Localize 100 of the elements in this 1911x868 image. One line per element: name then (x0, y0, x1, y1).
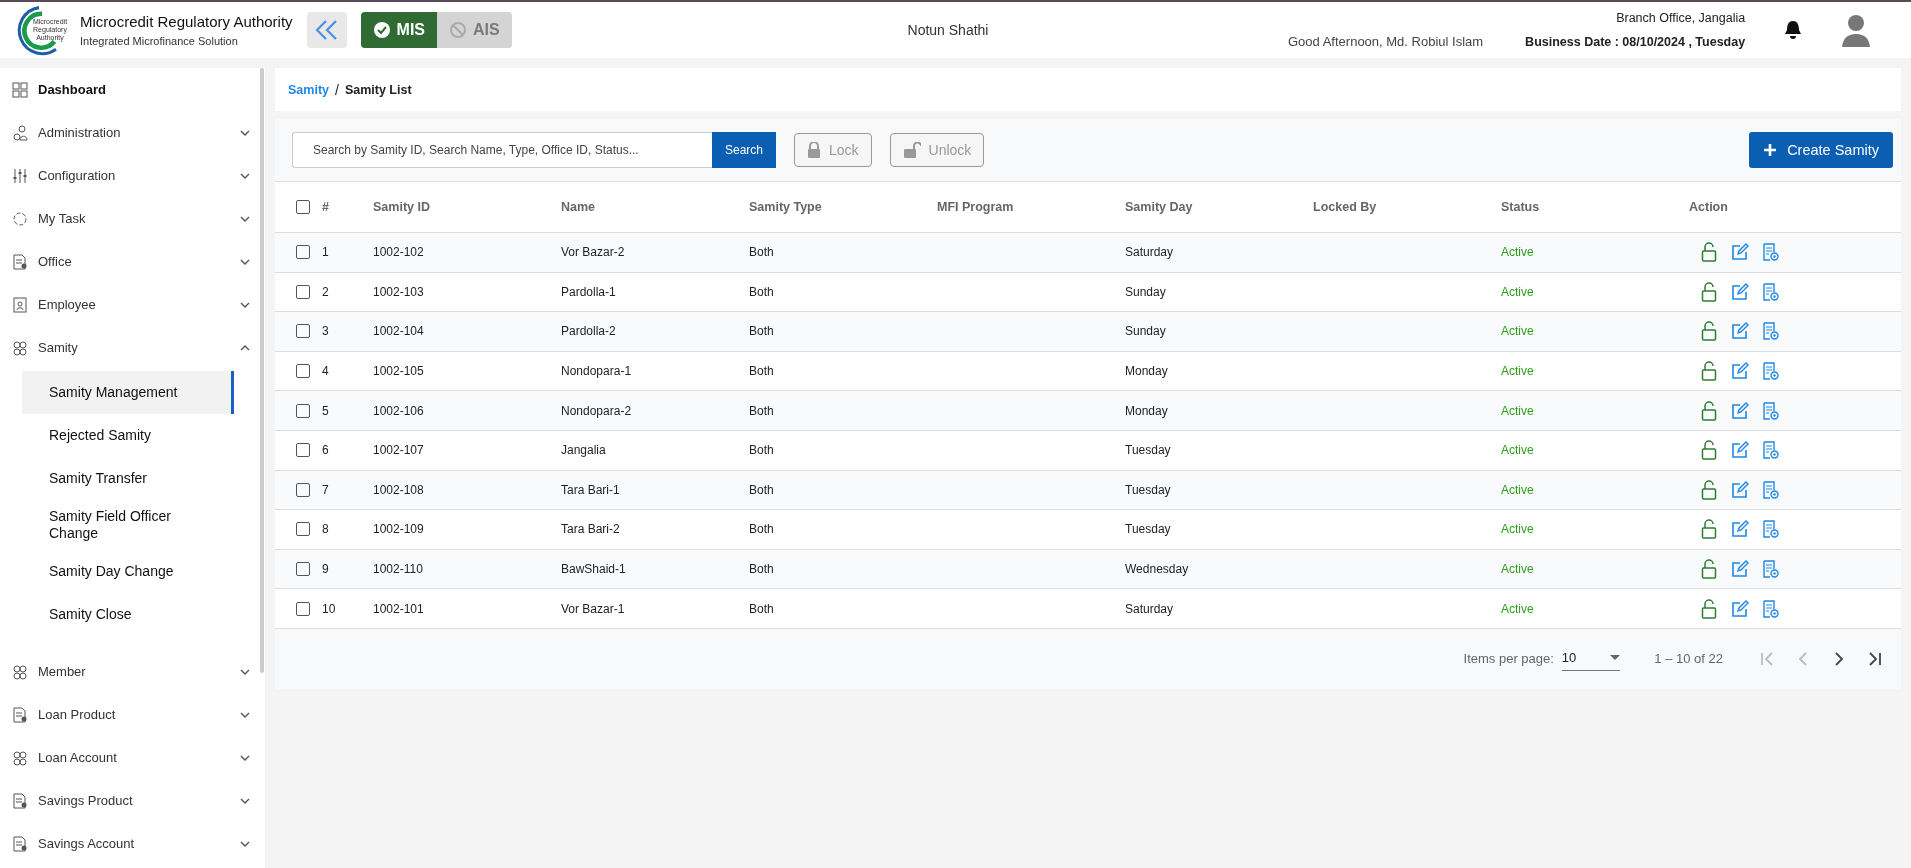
last-page-icon (1868, 651, 1882, 666)
submenu-item[interactable]: Samity Close (22, 593, 234, 636)
edit-icon[interactable] (1731, 243, 1749, 262)
unlock-icon[interactable] (1701, 559, 1717, 580)
table-cell-text: Pardolla-2 (561, 324, 617, 339)
notification-bell-icon[interactable] (1783, 19, 1804, 41)
unlock-icon[interactable] (1701, 321, 1717, 342)
view-document-icon[interactable] (1763, 480, 1779, 499)
check-circle-icon (372, 21, 391, 39)
table-cell-text: Both (749, 324, 775, 339)
page-size-select[interactable]: 10 (1561, 646, 1621, 672)
table-cell-text: Both (749, 245, 775, 260)
row-checkbox[interactable] (296, 245, 310, 260)
row-checkbox[interactable] (296, 403, 310, 418)
group-icon (12, 749, 28, 766)
unlock-icon[interactable] (1701, 479, 1717, 500)
table-cell-text: Tuesday (1125, 443, 1172, 458)
view-document-icon[interactable] (1763, 401, 1779, 420)
table-cell-text: Both (749, 443, 775, 458)
table-cell-text: Both (749, 522, 775, 537)
breadcrumb-link[interactable]: Samity (288, 82, 329, 97)
items-per-page-label: Items per page: (1463, 651, 1554, 667)
edit-icon[interactable] (1731, 282, 1749, 301)
table-cell-text: Nondopara-1 (561, 364, 633, 379)
sidebar-item[interactable]: Savings Account (0, 822, 265, 865)
dropdown-arrow-icon (1610, 654, 1621, 661)
unlock-icon[interactable] (1701, 400, 1717, 421)
view-document-icon[interactable] (1763, 282, 1779, 301)
view-document-icon[interactable] (1763, 441, 1779, 460)
sidebar-item[interactable]: Samity (0, 326, 265, 369)
mode-toggle[interactable]: MIS (360, 12, 438, 48)
sidebar-item-label: Member (38, 664, 87, 679)
table-cell-text: Monday (1125, 403, 1169, 418)
sidebar-item[interactable]: Configuration (0, 154, 265, 197)
sidebar-item[interactable]: Office (0, 240, 265, 283)
sidebar-item[interactable]: My Task (0, 197, 265, 240)
status-text: Active (1501, 443, 1535, 458)
table-cell-text: Vor Bazar-1 (561, 601, 626, 616)
table-cell-text: Both (749, 482, 775, 497)
user-avatar-icon[interactable] (1841, 13, 1872, 47)
column-header: Samity Day (1125, 200, 1194, 214)
unlock-icon[interactable] (1701, 598, 1717, 619)
sidebar-item-label: Savings Account (38, 836, 136, 851)
document-icon (12, 835, 28, 852)
sidebar-item[interactable]: Savings Product (0, 779, 265, 822)
sliders-icon (12, 167, 28, 184)
row-checkbox[interactable] (296, 284, 310, 299)
row-checkbox[interactable] (296, 482, 310, 497)
table-cell-text: Wednesday (1125, 562, 1190, 577)
collapse-sidebar-button[interactable] (306, 12, 347, 48)
search-field[interactable]: Search by Samity ID, Search Name, Type, Office ID, Status... (292, 132, 712, 168)
submenu-item[interactable]: Samity Field Officer Change (22, 500, 234, 550)
row-checkbox[interactable] (296, 601, 310, 616)
edit-icon[interactable] (1731, 401, 1749, 420)
sidebar-item[interactable]: Employee (0, 283, 265, 326)
view-document-icon[interactable] (1763, 243, 1779, 262)
submenu-item[interactable]: Rejected Samity (22, 414, 234, 457)
submenu-item[interactable]: Samity Day Change (22, 550, 234, 593)
unlock-icon[interactable] (1701, 361, 1717, 382)
row-checkbox[interactable] (296, 443, 310, 458)
view-document-icon[interactable] (1763, 520, 1779, 539)
edit-icon[interactable] (1731, 599, 1749, 618)
row-checkbox[interactable] (296, 364, 310, 379)
edit-icon[interactable] (1731, 480, 1749, 499)
search-button[interactable]: Search (712, 132, 776, 168)
sidebar-item[interactable]: Member (0, 650, 265, 693)
view-document-icon[interactable] (1763, 599, 1779, 618)
unlock-icon[interactable] (1701, 440, 1717, 461)
submenu-item[interactable]: Samity Management (22, 371, 234, 414)
table-cell-text: Vor Bazar-2 (561, 245, 626, 260)
edit-icon[interactable] (1731, 520, 1749, 539)
column-header: MFI Program (937, 200, 1015, 214)
sidebar-item-label: Office (38, 254, 73, 269)
row-checkbox[interactable] (296, 522, 310, 537)
view-document-icon[interactable] (1763, 560, 1779, 579)
group-icon (12, 663, 28, 680)
sidebar-item[interactable]: Dashboard (0, 68, 265, 111)
edit-icon[interactable] (1731, 362, 1749, 381)
business-date: Business Date : 08/10/2024 , Tuesday (1525, 35, 1746, 49)
edit-icon[interactable] (1731, 322, 1749, 341)
unlock-icon[interactable] (1701, 519, 1717, 540)
table-cell-text: Sunday (1125, 324, 1167, 339)
sidebar-item[interactable]: Administration (0, 111, 265, 154)
create-samity-button[interactable]: Create Samity (1749, 132, 1893, 168)
table-cell-text: 8 (322, 522, 330, 537)
view-document-icon[interactable] (1763, 362, 1779, 381)
edit-icon[interactable] (1731, 560, 1749, 579)
submenu-item[interactable]: Samity Transfer (22, 457, 234, 500)
unlock-icon[interactable] (1701, 242, 1717, 263)
row-checkbox[interactable] (296, 562, 310, 577)
select-all-checkbox[interactable] (296, 200, 310, 214)
edit-icon[interactable] (1731, 441, 1749, 460)
dashed-circle-icon (12, 210, 28, 227)
table-cell-text: Both (749, 364, 775, 379)
row-checkbox[interactable] (296, 324, 310, 339)
chevron-right-icon (1832, 651, 1846, 666)
sidebar-item[interactable]: Loan Account (0, 736, 265, 779)
view-document-icon[interactable] (1763, 322, 1779, 341)
unlock-icon[interactable] (1701, 281, 1717, 302)
sidebar-item[interactable]: Loan Product (0, 693, 265, 736)
